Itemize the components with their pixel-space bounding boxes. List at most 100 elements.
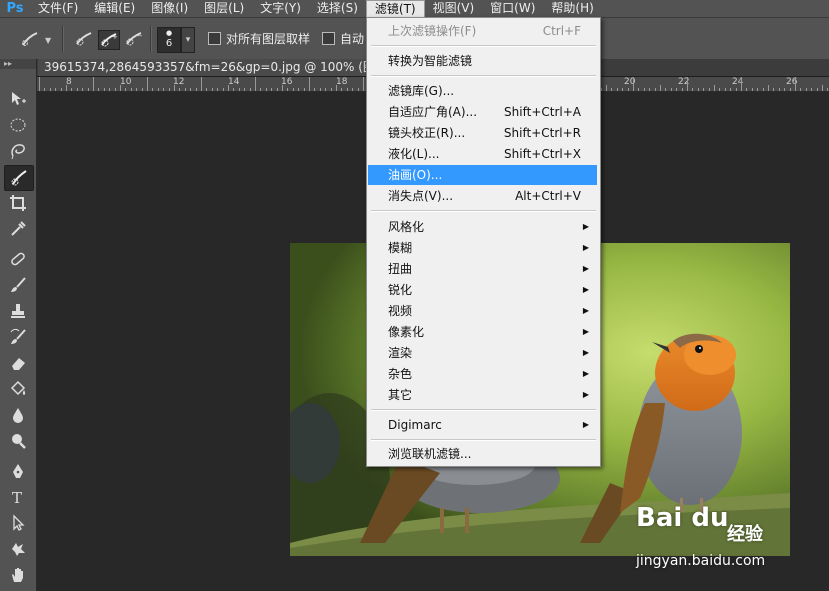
quick-selection-tool-icon[interactable] <box>4 165 34 191</box>
sample-all-layers-checkbox[interactable] <box>208 32 221 45</box>
move-tool-icon[interactable] <box>4 87 32 111</box>
document-tab[interactable]: 39615374,2864593357&fm=26&gp=0.jpg @ 100… <box>38 59 421 76</box>
menu-help[interactable]: 帮助(H) <box>543 0 601 17</box>
filter-menu-dropdown: 上次滤镜操作(F) Ctrl+F 转换为智能滤镜 滤镜库(G)... 自适应广角… <box>366 17 601 467</box>
type-tool-icon[interactable]: T <box>4 485 32 509</box>
marquee-tool-icon[interactable] <box>4 113 32 137</box>
menu-item-label: 视频 <box>388 304 413 318</box>
new-selection-brush-icon[interactable] <box>74 30 94 48</box>
menu-item-render[interactable]: 渲染 ▶ <box>368 343 597 363</box>
menu-item-shortcut: Ctrl+F <box>542 24 581 38</box>
menu-item-vanishing-point[interactable]: 消失点(V)... Alt+Ctrl+V <box>368 186 597 206</box>
lasso-tool-icon[interactable] <box>4 139 32 163</box>
ruler-tick <box>757 88 759 91</box>
blur-tool-icon[interactable] <box>4 403 32 427</box>
ruler-tick <box>174 85 175 91</box>
ruler-tick <box>184 88 186 91</box>
menu-item-blur[interactable]: 模糊 ▶ <box>368 238 597 258</box>
menu-item-adaptive-wide-angle[interactable]: 自适应广角(A)... Shift+Ctrl+A <box>368 102 597 122</box>
hand-tool-icon[interactable] <box>4 563 32 587</box>
menu-item-stylize[interactable]: 风格化 ▶ <box>368 217 597 237</box>
brush-size-value: 6 <box>165 38 173 49</box>
quick-selection-preset-icon[interactable] <box>20 30 40 48</box>
ruler-tick <box>157 88 159 91</box>
path-selection-tool-icon[interactable] <box>4 511 32 535</box>
ruler-tick <box>670 88 672 91</box>
add-to-selection-brush-icon[interactable]: + <box>98 30 120 50</box>
ruler-tick <box>217 88 219 91</box>
menu-item-browse-filters-online[interactable]: 浏览联机滤镜... <box>368 444 597 464</box>
eyedropper-tool-icon[interactable] <box>4 217 32 241</box>
ruler-tick <box>49 88 51 91</box>
ruler-tick <box>746 88 748 91</box>
brush-size-picker[interactable]: ● 6 <box>157 27 181 53</box>
menu-item-sharpen[interactable]: 锐化 ▶ <box>368 280 597 300</box>
menu-view[interactable]: 视图(V) <box>425 0 483 17</box>
submenu-arrow-icon: ▶ <box>582 390 589 399</box>
menu-item-digimarc[interactable]: Digimarc ▶ <box>368 415 597 435</box>
menu-item-last-filter[interactable]: 上次滤镜操作(F) Ctrl+F <box>368 21 597 41</box>
menu-select[interactable]: 选择(S) <box>309 0 366 17</box>
menu-item-oil-paint[interactable]: 油画(O)... <box>368 165 597 185</box>
menu-window[interactable]: 窗口(W) <box>482 0 543 17</box>
brush-tool-icon[interactable] <box>4 273 32 297</box>
ruler-tick <box>827 88 829 91</box>
menu-separator <box>371 409 596 411</box>
ruler-tick <box>784 88 786 91</box>
ruler-tick <box>811 88 813 91</box>
separator <box>62 26 64 52</box>
paint-bucket-tool-icon[interactable] <box>4 377 32 401</box>
brush-size-dropdown[interactable]: ▾ <box>181 27 195 53</box>
dodge-tool-icon[interactable] <box>4 429 32 453</box>
menu-item-convert-smart-filters[interactable]: 转换为智能滤镜 <box>368 51 597 71</box>
ruler-tick <box>638 88 640 91</box>
ruler-tick <box>627 88 629 91</box>
ruler-tick <box>309 77 310 91</box>
menu-filter[interactable]: 滤镜(T) <box>365 0 425 17</box>
menu-item-label: 扭曲 <box>388 262 413 276</box>
menu-item-liquify[interactable]: 液化(L)... Shift+Ctrl+X <box>368 144 597 164</box>
ruler-tick <box>238 88 240 91</box>
eraser-tool-icon[interactable] <box>4 351 32 375</box>
menu-image[interactable]: 图像(I) <box>143 0 196 17</box>
menu-item-video[interactable]: 视频 ▶ <box>368 301 597 321</box>
pen-tool-icon[interactable] <box>4 459 32 483</box>
menu-type[interactable]: 文字(Y) <box>252 0 309 17</box>
ruler-tick <box>60 88 62 91</box>
menu-item-label: 模糊 <box>388 241 413 255</box>
photoshop-logo: Ps <box>6 1 24 16</box>
menu-item-other[interactable]: 其它 ▶ <box>368 385 597 405</box>
menu-item-filter-gallery[interactable]: 滤镜库(G)... <box>368 81 597 101</box>
crop-tool-icon[interactable] <box>4 191 32 215</box>
ruler-tick <box>714 85 715 91</box>
ruler-tick <box>654 88 656 91</box>
sample-all-layers-label: 对所有图层取样 <box>226 32 311 46</box>
ruler-tick <box>255 77 256 91</box>
menu-item-distort[interactable]: 扭曲 ▶ <box>368 259 597 279</box>
menu-item-label: 像素化 <box>388 325 425 339</box>
ruler-tick <box>44 88 46 91</box>
menu-item-noise[interactable]: 杂色 ▶ <box>368 364 597 384</box>
ruler-tick <box>298 88 300 91</box>
ruler-tick <box>768 85 769 91</box>
preset-dropdown-arrow-icon[interactable]: ▼ <box>45 36 51 45</box>
ruler-tick <box>206 88 208 91</box>
menu-item-label: 风格化 <box>388 220 425 234</box>
menu-item-lens-correction[interactable]: 镜头校正(R)... Shift+Ctrl+R <box>368 123 597 143</box>
toolbox-grip[interactable]: ▸▸ <box>0 59 36 69</box>
menu-item-label: 消失点(V)... <box>388 189 454 203</box>
menu-item-label: 其它 <box>388 388 413 402</box>
menu-item-pixelate[interactable]: 像素化 ▶ <box>368 322 597 342</box>
history-brush-tool-icon[interactable] <box>4 325 32 349</box>
auto-enhance-checkbox[interactable] <box>322 32 335 45</box>
ruler-tick <box>233 88 235 91</box>
menu-edit[interactable]: 编辑(E) <box>86 0 143 17</box>
menu-file[interactable]: 文件(F) <box>30 0 86 17</box>
subtract-from-selection-brush-icon[interactable]: − <box>124 30 144 48</box>
custom-shape-tool-icon[interactable] <box>4 537 32 561</box>
menu-layer[interactable]: 图层(L) <box>196 0 252 17</box>
menu-separator <box>371 45 596 47</box>
healing-brush-tool-icon[interactable] <box>4 247 32 271</box>
clone-stamp-tool-icon[interactable] <box>4 299 32 323</box>
menu-separator <box>371 75 596 77</box>
